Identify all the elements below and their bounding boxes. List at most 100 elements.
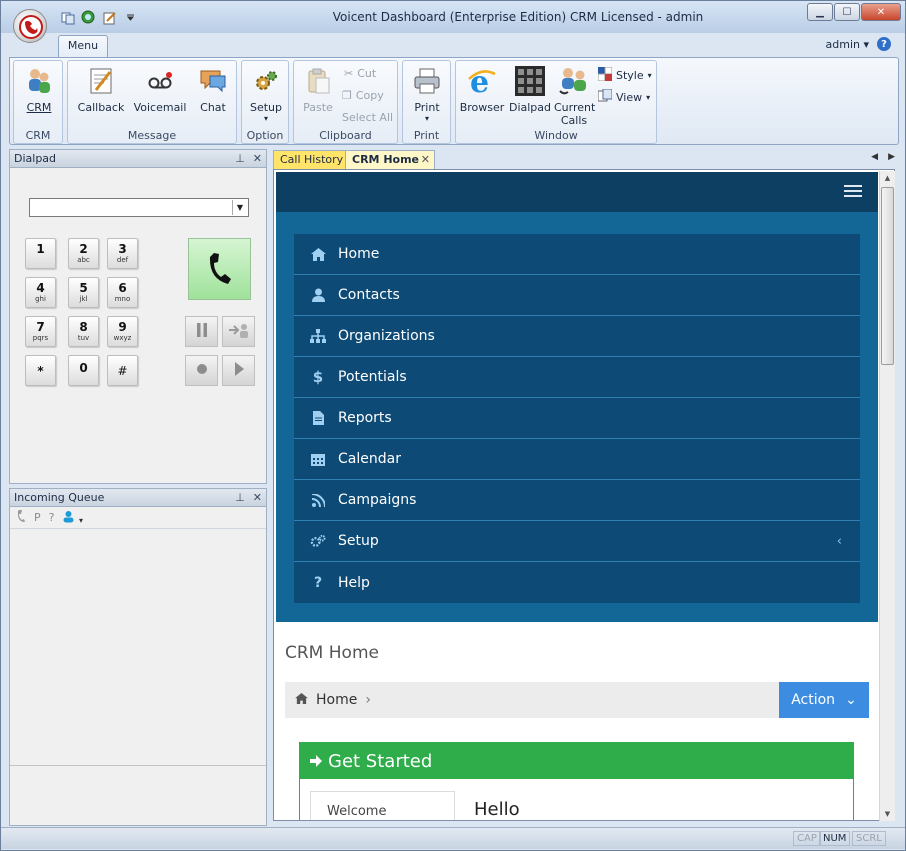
pin-icon[interactable]: ⊥ bbox=[235, 491, 245, 504]
nav-item-setup[interactable]: Setup ‹ bbox=[294, 521, 860, 562]
group-option: Setup ▾ Option bbox=[241, 60, 289, 144]
cut-button[interactable]: ✂ Cut bbox=[344, 67, 376, 80]
hold-button[interactable] bbox=[185, 316, 218, 347]
nav-item-calendar[interactable]: Calendar bbox=[294, 439, 860, 480]
call-button[interactable] bbox=[188, 238, 251, 300]
nav-item-label: Organizations bbox=[338, 328, 435, 344]
select-all-button[interactable]: Select All bbox=[342, 111, 393, 124]
crm-button-label: CRM bbox=[26, 101, 52, 114]
nav-item-help[interactable]: ? Help bbox=[294, 562, 860, 603]
key-3[interactable]: 3 def bbox=[107, 238, 138, 269]
nav-item-potentials[interactable]: $ Potentials bbox=[294, 357, 860, 398]
key-digit: 6 bbox=[118, 281, 127, 295]
copy-button[interactable]: ❐ Copy bbox=[342, 89, 384, 102]
setup-button[interactable]: Setup ▾ bbox=[242, 65, 290, 123]
help-icon[interactable]: ? bbox=[877, 37, 891, 51]
park-icon[interactable]: P bbox=[34, 511, 41, 524]
print-button[interactable]: Print ▾ bbox=[403, 65, 451, 123]
nav-item-label: Home bbox=[338, 246, 380, 262]
gears-icon bbox=[310, 534, 326, 548]
help-icon[interactable]: ? bbox=[49, 511, 55, 524]
vertical-scrollbar[interactable]: ▲ ▼ bbox=[879, 171, 895, 821]
crm-side-nav: Home Contacts Organizations $ Potentials… bbox=[276, 212, 878, 622]
key-5[interactable]: 5 jkl bbox=[68, 277, 99, 308]
key-hash[interactable]: # bbox=[107, 355, 138, 386]
scroll-down-icon[interactable]: ▼ bbox=[880, 807, 895, 821]
browser-icon: e bbox=[466, 65, 498, 97]
scroll-thumb[interactable] bbox=[881, 187, 894, 365]
scroll-up-icon[interactable]: ▲ bbox=[880, 171, 895, 185]
num-lock-indicator: NUM bbox=[819, 831, 851, 846]
crm-button[interactable]: CRM bbox=[15, 65, 63, 114]
tab-next-icon[interactable]: ▶ bbox=[888, 152, 895, 162]
setup-dropdown-icon: ▾ bbox=[263, 114, 268, 123]
chat-icon bbox=[197, 65, 229, 97]
nav-item-reports[interactable]: Reports bbox=[294, 398, 860, 439]
key-letters: pqrs bbox=[32, 334, 49, 342]
key-0[interactable]: 0 bbox=[68, 355, 99, 386]
breadcrumb-home-link[interactable]: Home bbox=[316, 692, 357, 708]
user-menu[interactable]: admin ▾ bbox=[826, 38, 870, 51]
phone-number-combo[interactable]: ▼ bbox=[29, 198, 249, 217]
nav-item-label: Calendar bbox=[338, 451, 401, 467]
panel-close-icon[interactable]: ✕ bbox=[253, 491, 262, 504]
dialpad-button[interactable]: Dialpad bbox=[506, 65, 554, 114]
key-star[interactable]: * bbox=[25, 355, 56, 386]
select-all-label: Select All bbox=[342, 111, 394, 124]
browser-button[interactable]: e Browser bbox=[458, 65, 506, 114]
key-7[interactable]: 7 pqrs bbox=[25, 316, 56, 347]
paste-button[interactable]: Paste bbox=[294, 65, 342, 114]
key-digit: 3 bbox=[118, 242, 127, 256]
view-button[interactable]: View ▾ bbox=[597, 88, 650, 106]
get-started-title: Get Started bbox=[328, 750, 433, 772]
window-title: Voicent Dashboard (Enterprise Edition) C… bbox=[332, 10, 704, 24]
maximize-button[interactable]: ☐ bbox=[834, 3, 860, 21]
tab-call-history[interactable]: Call History bbox=[273, 150, 351, 169]
transfer-button[interactable] bbox=[222, 316, 255, 347]
voicemail-button[interactable]: Voicemail bbox=[132, 65, 188, 114]
tab-crm-home[interactable]: CRM Home ✕ bbox=[345, 150, 435, 169]
key-4[interactable]: 4 ghi bbox=[25, 277, 56, 308]
status-bar: CAP NUM SCRL bbox=[1, 827, 905, 849]
tab-menu[interactable]: Menu bbox=[58, 35, 108, 57]
chat-button[interactable]: Chat bbox=[192, 65, 234, 114]
action-button[interactable]: Action ⌄ bbox=[779, 682, 869, 718]
tab-close-icon[interactable]: ✕ bbox=[421, 151, 430, 169]
tab-navigation: ◀ ▶ bbox=[871, 152, 895, 162]
nav-item-contacts[interactable]: Contacts bbox=[294, 275, 860, 316]
close-button[interactable]: ✕ bbox=[861, 3, 901, 21]
page-title: CRM Home bbox=[285, 643, 379, 663]
nav-item-organizations[interactable]: Organizations bbox=[294, 316, 860, 357]
nav-item-campaigns[interactable]: Campaigns bbox=[294, 480, 860, 521]
tab-prev-icon[interactable]: ◀ bbox=[871, 152, 878, 162]
hamburger-menu-icon[interactable] bbox=[844, 185, 862, 200]
key-2[interactable]: 2 abc bbox=[68, 238, 99, 269]
pin-icon[interactable]: ⊥ bbox=[235, 152, 245, 165]
view-label: View bbox=[616, 91, 643, 104]
record-button[interactable] bbox=[185, 355, 218, 386]
ribbon: CRM CRM Callback Voicemail Chat Message … bbox=[9, 57, 899, 145]
callback-button[interactable]: Callback bbox=[76, 65, 126, 114]
current-calls-button[interactable]: Current Calls bbox=[550, 65, 598, 127]
tab-call-history-label: Call History bbox=[280, 153, 344, 166]
key-digit: 9 bbox=[118, 320, 127, 334]
chevron-down-icon[interactable]: ▼ bbox=[232, 200, 247, 215]
minimize-button[interactable]: ▁ bbox=[807, 3, 833, 21]
welcome-tab-label: Welcome bbox=[327, 804, 387, 819]
agent-status-caret-icon: ▾ bbox=[78, 515, 83, 525]
nav-item-home[interactable]: Home bbox=[294, 234, 860, 275]
app-logo-icon[interactable] bbox=[13, 9, 47, 43]
nav-item-label: Setup bbox=[338, 533, 379, 549]
document-tabs: Call History CRM Home ✕ ◀ ▶ bbox=[273, 149, 899, 169]
agent-status-icon[interactable]: ▾ bbox=[62, 510, 83, 526]
key-6[interactable]: 6 mno bbox=[107, 277, 138, 308]
style-button[interactable]: Style ▾ bbox=[597, 66, 652, 84]
play-button[interactable] bbox=[222, 355, 255, 386]
key-9[interactable]: 9 wxyz bbox=[107, 316, 138, 347]
key-digit: 0 bbox=[79, 361, 88, 375]
answer-phone-icon[interactable] bbox=[16, 509, 26, 526]
welcome-tab[interactable]: Welcome bbox=[310, 791, 455, 820]
key-8[interactable]: 8 tuv bbox=[68, 316, 99, 347]
panel-close-icon[interactable]: ✕ bbox=[253, 152, 262, 165]
key-1[interactable]: 1 bbox=[25, 238, 56, 269]
